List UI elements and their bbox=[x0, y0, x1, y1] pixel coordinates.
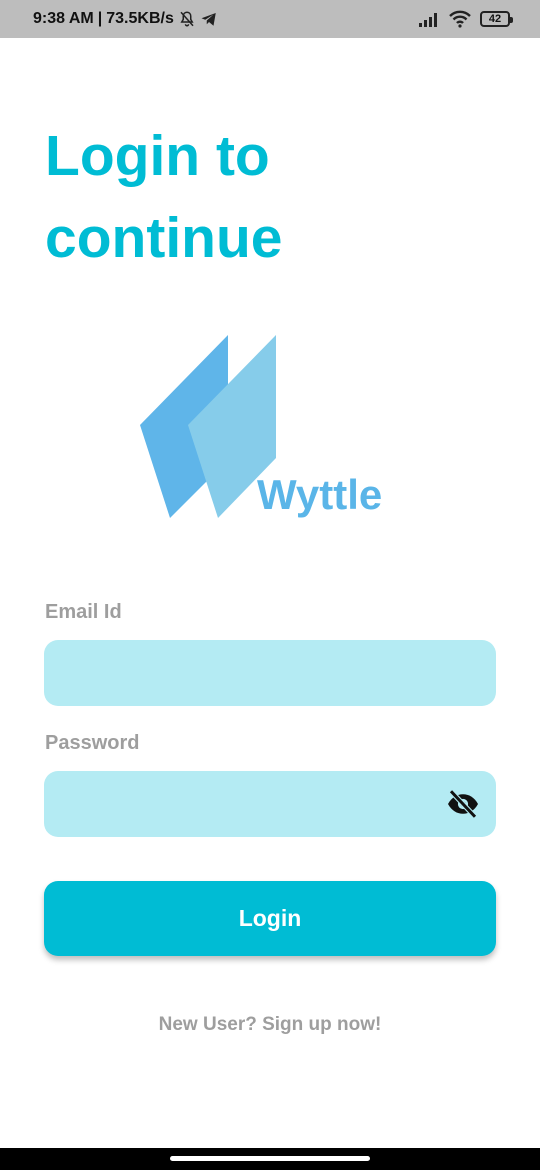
title-line-2: continue bbox=[45, 206, 283, 270]
battery-icon: 42 bbox=[480, 11, 513, 27]
logo-text: Wyttle bbox=[257, 471, 383, 518]
bell-muted-icon bbox=[180, 11, 194, 27]
status-left: 9:38 AM | 73.5KB/s bbox=[33, 0, 218, 38]
email-label: Email Id bbox=[45, 601, 122, 623]
status-net-speed: 73.5KB/s bbox=[106, 10, 174, 27]
app-logo: Wyttle bbox=[136, 330, 406, 525]
login-button[interactable]: Login bbox=[44, 881, 496, 956]
page-title: Login to continue bbox=[45, 115, 515, 279]
signup-link[interactable]: New User? Sign up now! bbox=[0, 1014, 540, 1036]
eye-off-icon[interactable] bbox=[445, 786, 481, 822]
status-right: 42 bbox=[418, 0, 513, 38]
password-field[interactable] bbox=[44, 771, 496, 837]
signal-icon bbox=[419, 13, 437, 27]
home-indicator[interactable] bbox=[170, 1156, 370, 1161]
wifi-icon bbox=[449, 10, 471, 28]
status-separator: | bbox=[97, 10, 103, 27]
navigation-bar bbox=[0, 1148, 540, 1170]
telegram-icon bbox=[201, 13, 216, 26]
status-time: 9:38 AM bbox=[33, 10, 94, 27]
title-line-1: Login to bbox=[45, 124, 270, 188]
password-label: Password bbox=[45, 732, 140, 754]
email-field[interactable] bbox=[44, 640, 496, 706]
status-bar: 9:38 AM | 73.5KB/s 42 bbox=[0, 0, 540, 38]
battery-level: 42 bbox=[488, 13, 502, 25]
